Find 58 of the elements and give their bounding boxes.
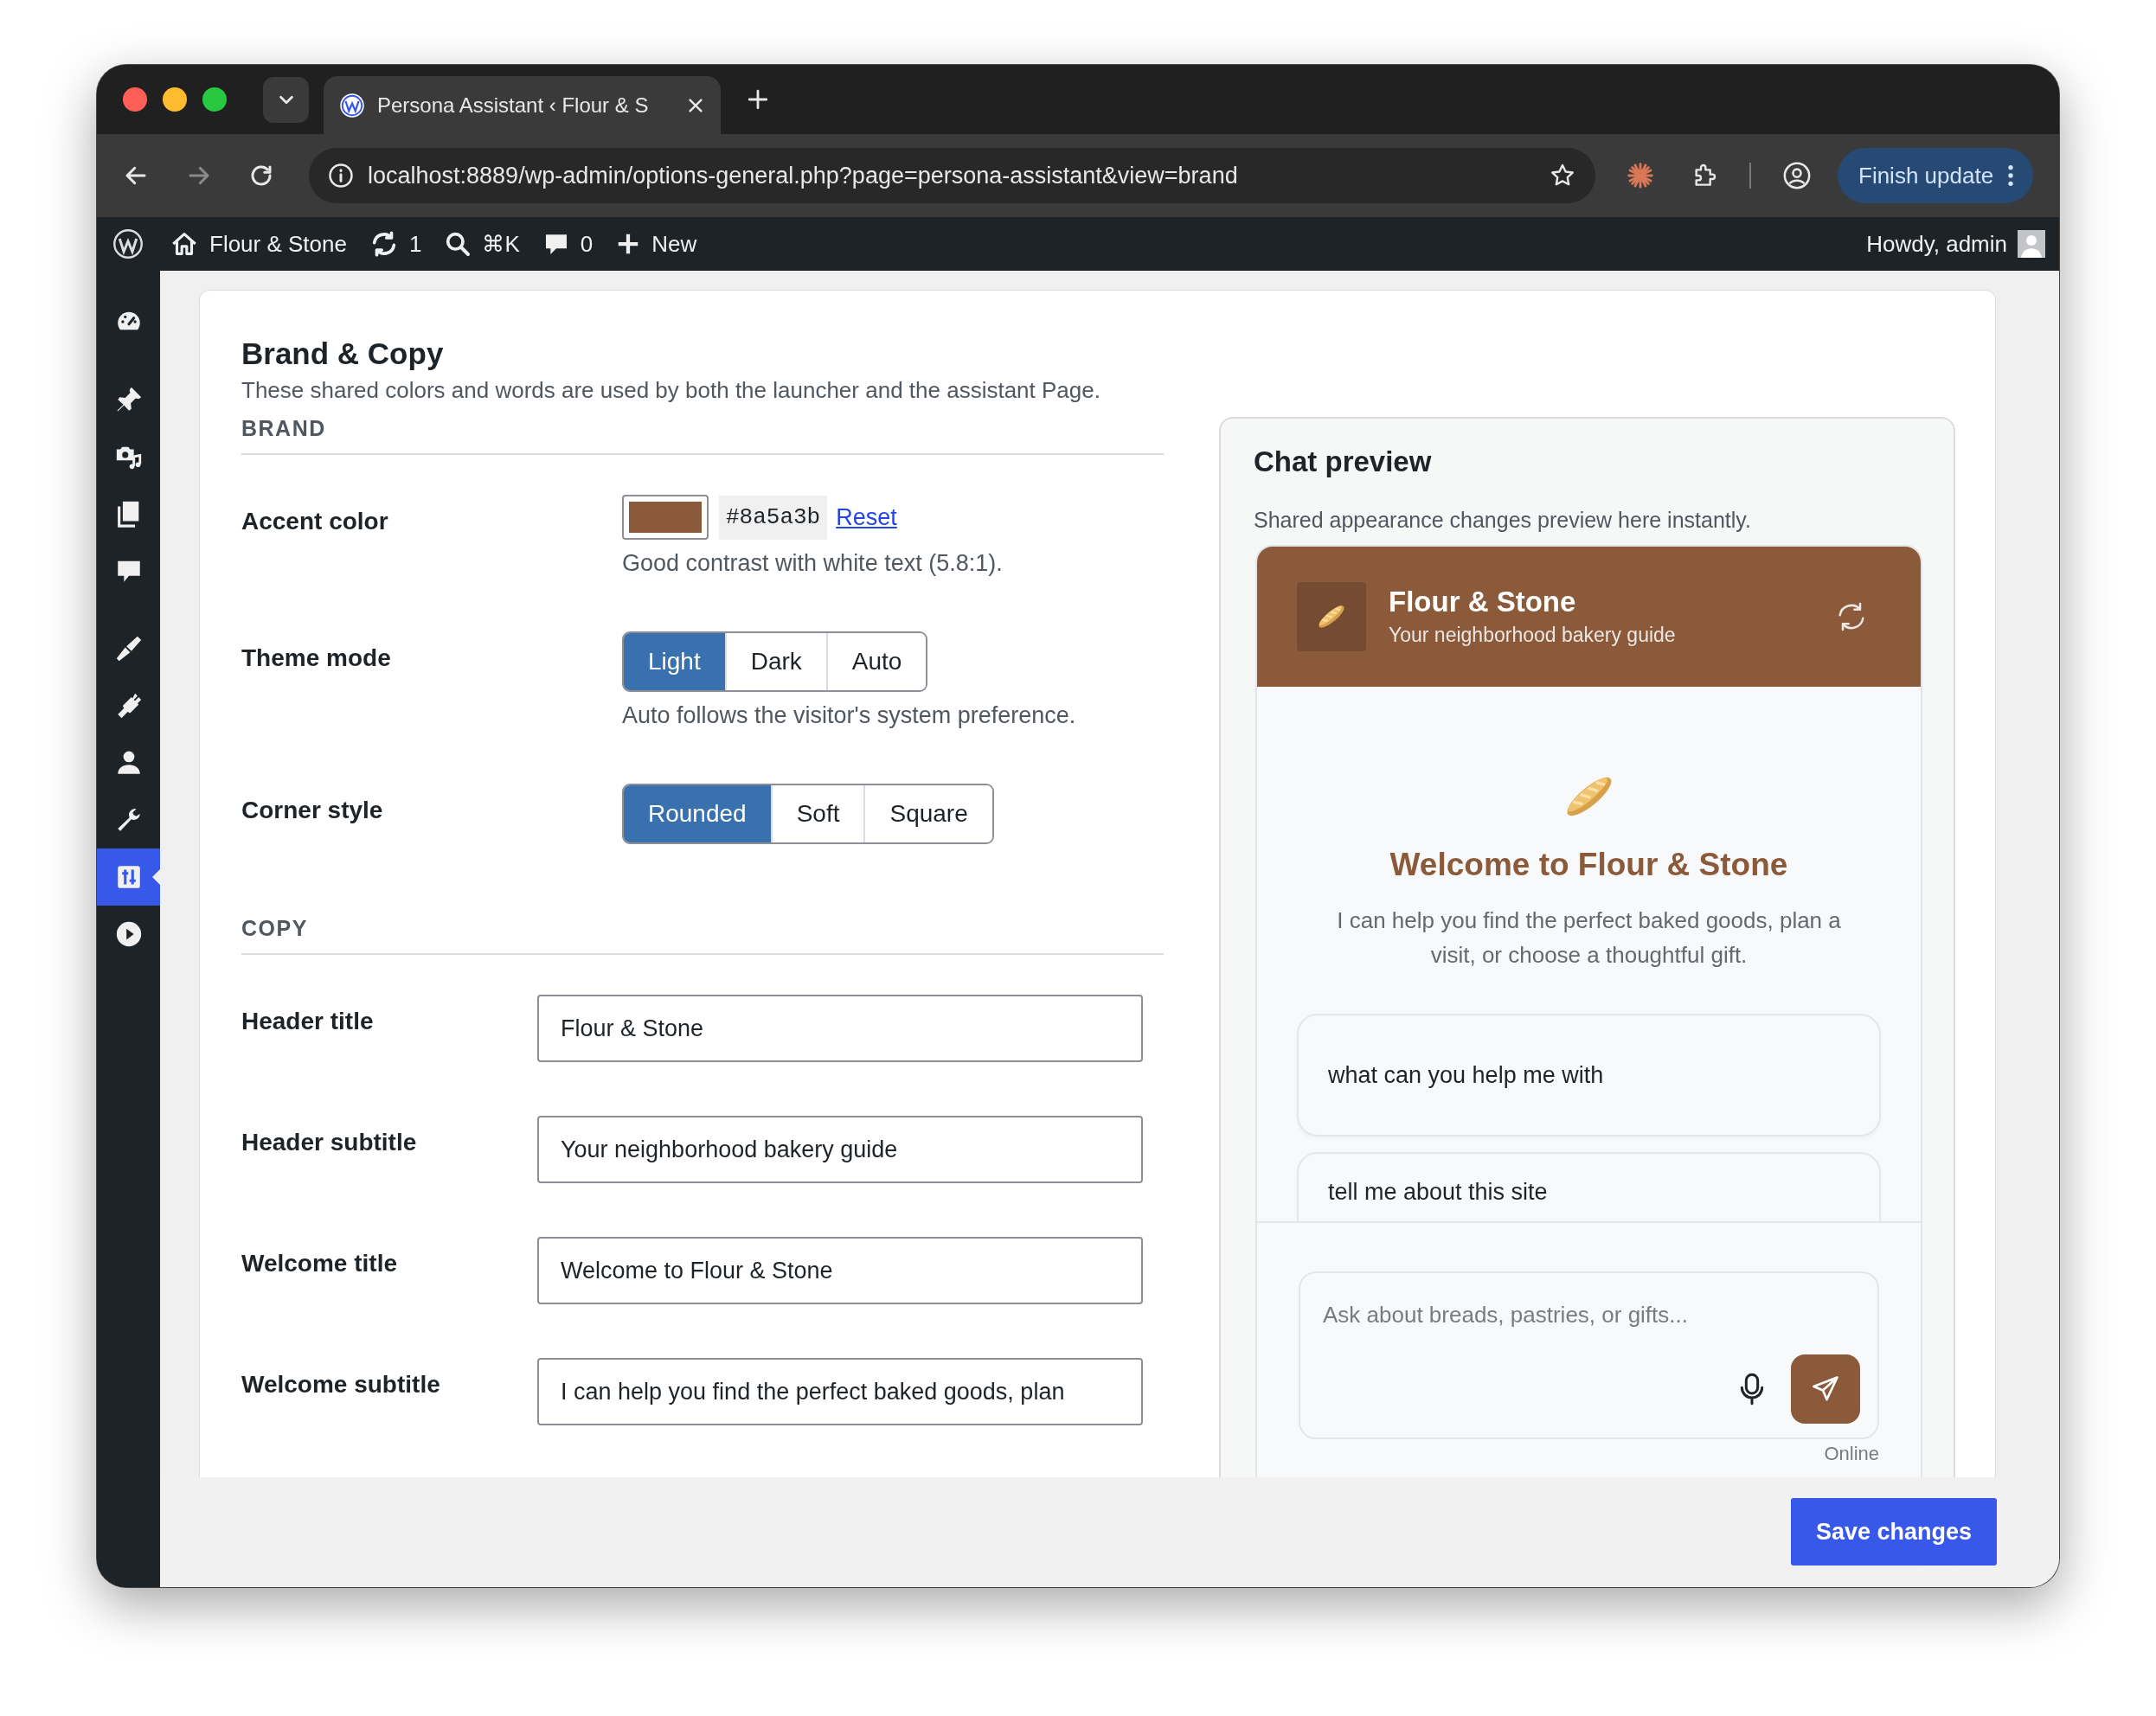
field-label: Welcome subtitle xyxy=(241,1370,441,1399)
browser-tab[interactable]: Persona Assistant ‹ Flour & S xyxy=(324,76,721,134)
update-button[interactable]: Finish update xyxy=(1838,148,2034,203)
color-swatch[interactable] xyxy=(622,495,709,540)
text-field[interactable]: Your neighborhood bakery guide xyxy=(537,1116,1143,1183)
account-link[interactable]: Howdy, admin xyxy=(1866,227,2045,261)
color-value: #8a5a3b xyxy=(719,495,828,540)
chat-title: Flour & Stone xyxy=(1389,586,1577,618)
kebab-icon xyxy=(2007,163,2015,188)
new-link[interactable]: New xyxy=(615,227,697,261)
chat-subtitle: Your neighborhood bakery guide xyxy=(1389,623,1677,648)
updates-link[interactable]: 1 xyxy=(369,227,422,261)
send-button[interactable] xyxy=(1791,1354,1860,1424)
url-text: localhost:8889/wp-admin/options-general.php?page=persona-assistant&view=brand xyxy=(368,161,1239,190)
section-heading: BRAND xyxy=(241,415,1164,455)
search-link[interactable]: ⌘K xyxy=(444,227,520,261)
page-description: These shared colors and words are used by both the launcher and the assistant Page. xyxy=(241,376,1101,405)
logo-icon xyxy=(339,92,365,118)
field-label: Corner style xyxy=(241,796,384,825)
info-icon[interactable] xyxy=(328,163,354,189)
search-icon xyxy=(444,230,472,258)
text-field[interactable]: I can help you find the perfect baked goods, plan xyxy=(537,1358,1143,1425)
preview-description: Shared appearance changes preview here instantly. xyxy=(1254,507,1752,533)
segment-option[interactable]: Light xyxy=(624,633,727,690)
status-text: Online xyxy=(1824,1443,1879,1465)
field-label: Header subtitle xyxy=(241,1128,418,1157)
tab-search-button[interactable] xyxy=(263,76,309,123)
logo-icon[interactable] xyxy=(112,228,144,259)
save-button[interactable]: Save changes xyxy=(1791,1498,1997,1566)
welcome-text: I can help you find the perfect baked goods, plan a visit, or choose a thoughtful gift. xyxy=(1336,906,1842,970)
site-link[interactable]: Flour & Stone xyxy=(170,227,347,261)
segment-option[interactable]: Rounded xyxy=(624,785,773,842)
asterisk-icon[interactable] xyxy=(1627,162,1654,189)
suggestion-button[interactable]: what can you help me with xyxy=(1297,1014,1881,1137)
welcome-title: Welcome to Flour & Stone xyxy=(1389,846,1788,884)
message-input[interactable]: Ask about breads, pastries, or gifts... xyxy=(1321,1297,1860,1333)
avatar-icon xyxy=(2018,230,2045,258)
comments-link[interactable]: 0 xyxy=(542,227,594,261)
field-label: Welcome title xyxy=(241,1249,398,1278)
preview-title: Chat preview xyxy=(1254,445,1433,479)
close-button[interactable] xyxy=(123,87,147,112)
suggestion-button[interactable]: tell me about this site xyxy=(1297,1152,1881,1221)
zoom-button[interactable] xyxy=(202,87,227,112)
help-text: Auto follows the visitor's system preference. xyxy=(622,701,1076,730)
text-field[interactable]: Welcome to Flour & Stone xyxy=(537,1237,1143,1304)
profile-icon[interactable] xyxy=(1782,161,1812,190)
plus-icon[interactable] xyxy=(747,88,769,111)
section-heading: COPY xyxy=(241,915,1164,955)
minimize-button[interactable] xyxy=(163,87,187,112)
page-title: Brand & Copy xyxy=(241,336,445,372)
field-label: Theme mode xyxy=(241,644,392,673)
help-text: Good contrast with white text (5.8:1). xyxy=(622,549,1003,578)
field-label: Accent color xyxy=(241,507,389,536)
field-label: Header title xyxy=(241,1007,375,1036)
address-bar[interactable]: localhost:8889/wp-admin/options-general.php?page=persona-assistant&view=brand xyxy=(309,148,1595,203)
tab-title: Persona Assistant ‹ Flour & S xyxy=(377,92,650,118)
text-field[interactable]: Flour & Stone xyxy=(537,995,1143,1062)
reset-link[interactable]: Reset xyxy=(836,499,897,535)
